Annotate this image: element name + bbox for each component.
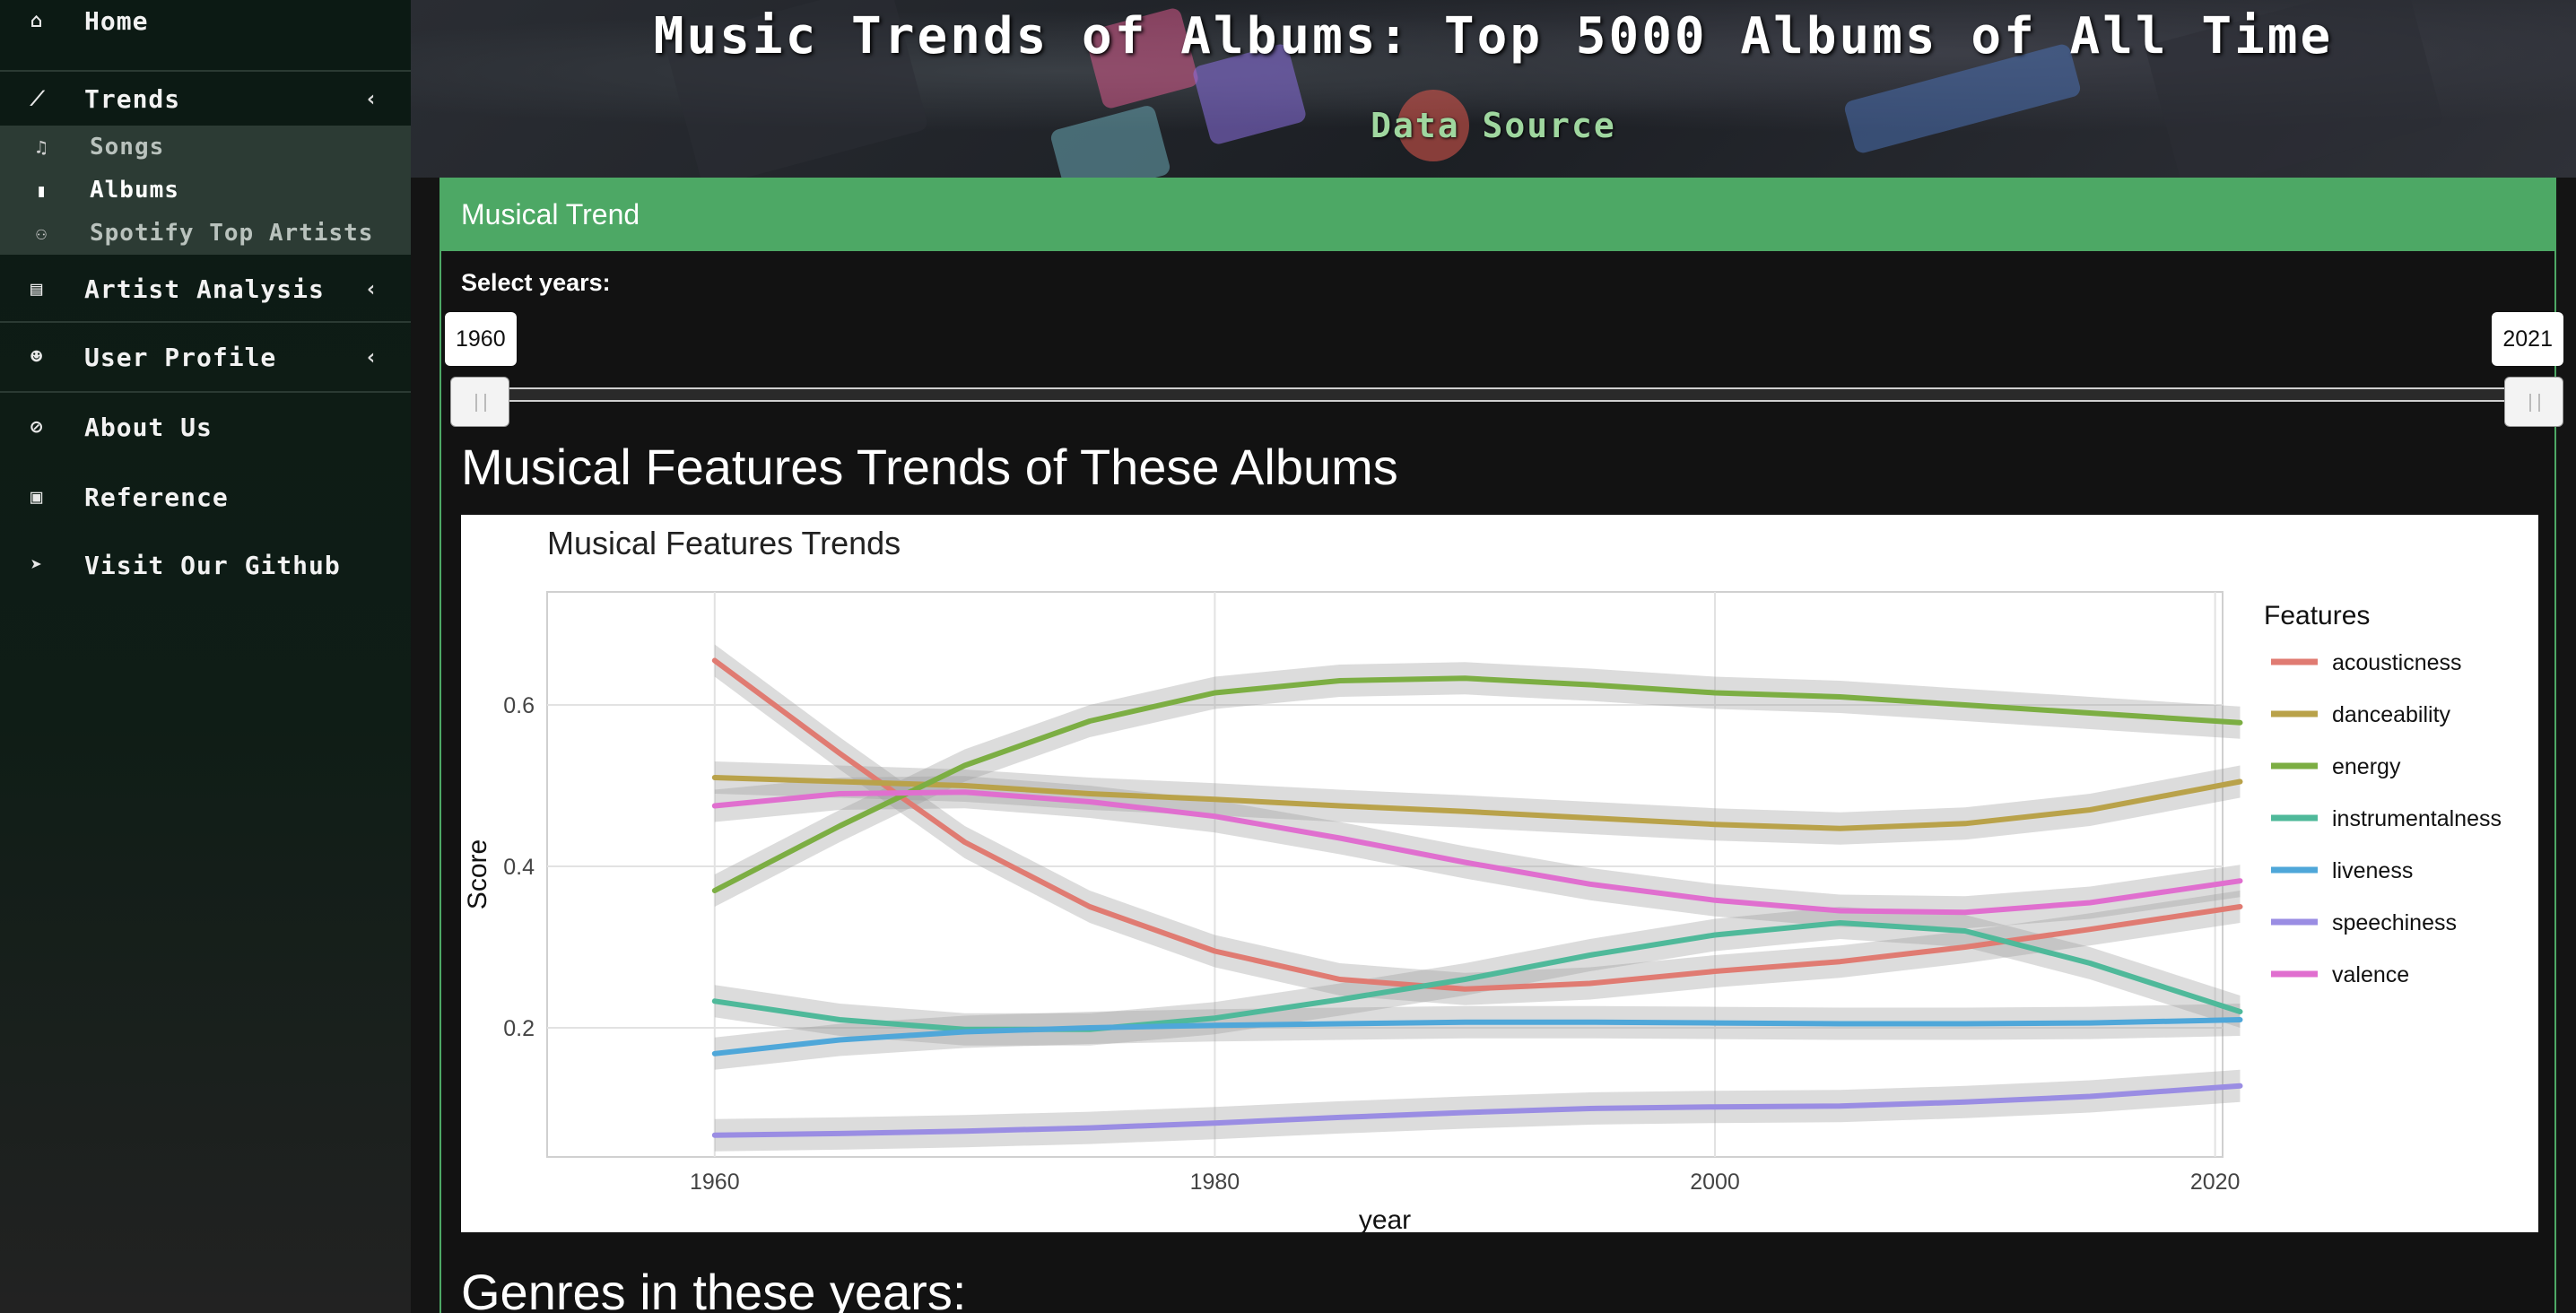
sidebar-subitem-label: Spotify Top Artists — [90, 220, 374, 247]
x-tick-label: 2000 — [1690, 1170, 1740, 1195]
sidebar-divider — [0, 391, 411, 393]
sidebar-item-trends[interactable]: ⟋ Trends ‹ — [0, 72, 411, 126]
y-tick-label: 0.6 — [503, 693, 535, 718]
chevron-left-icon: ‹ — [364, 344, 379, 370]
x-tick-label: 1960 — [690, 1170, 740, 1195]
section-title: Musical Features Trends of These Albums — [461, 439, 1398, 495]
sidebar-subitem-spotify-top-artists[interactable]: ⚇ Spotify Top Artists — [0, 212, 411, 255]
book-icon: ▣ — [30, 485, 44, 509]
sidebar-subitem-label: Albums — [90, 177, 179, 204]
legend-label: instrumentalness — [2332, 806, 2502, 831]
legend-label: danceability — [2332, 702, 2451, 727]
y-tick-label: 0.4 — [503, 855, 535, 880]
legend-label: speechiness — [2332, 910, 2457, 935]
select-years-label: Select years: — [461, 269, 611, 296]
x-tick-label: 1980 — [1190, 1170, 1240, 1195]
legend-label: liveness — [2332, 858, 2413, 883]
users-icon: ⚇ — [36, 222, 48, 244]
musical-trend-box: Musical Trend Select years: 1960 2021 Mu… — [439, 178, 2563, 1313]
user-circle-icon: ☻ — [30, 345, 44, 369]
sidebar-item-about-us[interactable]: ⊘ About Us — [0, 400, 411, 454]
slider-max-handle[interactable] — [2504, 377, 2563, 427]
sidebar-item-label: Artist Analysis — [84, 274, 325, 304]
features-trend-chart: Musical Features Trends 1960 1980 2000 2020 0… — [461, 515, 2538, 1235]
chart-title: Musical Features Trends — [547, 525, 901, 561]
slider-max-value: 2021 — [2492, 312, 2563, 366]
sidebar-subitem-label: Songs — [90, 134, 165, 161]
sidebar-item-label: User Profile — [84, 342, 277, 372]
legend-label: valence — [2332, 962, 2409, 987]
legend-title: Features — [2264, 601, 2370, 630]
year-range-slider[interactable] — [452, 387, 2551, 402]
sidebar-item-label: Trends — [84, 83, 181, 114]
x-axis-label: year — [1359, 1205, 1411, 1232]
y-tick-label: 0.2 — [503, 1016, 535, 1041]
chevron-left-icon: ‹ — [364, 86, 379, 111]
sidebar-item-github[interactable]: ➤ Visit Our Github — [0, 538, 411, 592]
sidebar-submenu: ♫ Songs ▮ Albums ⚇ Spotify Top Artists — [0, 126, 411, 255]
chart-svg: Musical Features Trends 1960 1980 2000 2020 0… — [463, 525, 2502, 1235]
page-header: Music Trends of Albums: Top 5000 Albums … — [411, 0, 2576, 178]
slider-min-value: 1960 — [445, 312, 517, 366]
page-title: Music Trends of Albums: Top 5000 Albums … — [653, 7, 2334, 65]
slider-min-handle[interactable] — [450, 377, 509, 427]
legend-label: acousticness — [2332, 650, 2462, 675]
box-title: Musical Trend — [441, 178, 2554, 251]
sidebar-item-label: About Us — [84, 412, 213, 442]
music-icon: ♫ — [36, 136, 48, 158]
y-axis-label: Score — [463, 839, 492, 909]
genres-section-title: Genres in these years: — [461, 1264, 967, 1313]
send-icon: ➤ — [30, 553, 44, 577]
sidebar-item-home[interactable]: ⌂ Home — [0, 2, 411, 39]
chart-line-icon: ⟋ — [30, 87, 46, 110]
sidebar-item-reference[interactable]: ▣ Reference — [0, 470, 411, 524]
legend-label: energy — [2332, 754, 2401, 779]
sidebar-subitem-albums[interactable]: ▮ Albums — [0, 169, 411, 212]
sidebar-item-label: Home — [84, 5, 149, 36]
x-tick-label: 2020 — [2190, 1170, 2241, 1195]
data-source-link[interactable]: Data Source — [411, 106, 2576, 145]
file-icon: ▮ — [36, 179, 48, 201]
sidebar-item-label: Visit Our Github — [84, 550, 341, 580]
sidebar-item-label: Reference — [84, 482, 229, 512]
sidebar-item-artist-analysis[interactable]: ▤ Artist Analysis ‹ — [0, 262, 411, 316]
home-icon: ⌂ — [30, 9, 44, 32]
sidebar-divider — [0, 321, 411, 323]
sidebar: ⌂ Home ⟋ Trends ‹ ♫ Songs ▮ Albums ⚇ Spo… — [0, 0, 411, 1313]
sidebar-item-user-profile[interactable]: ☻ User Profile ‹ — [0, 330, 411, 384]
id-card-icon: ▤ — [30, 277, 44, 300]
sidebar-subitem-songs[interactable]: ♫ Songs — [0, 126, 411, 169]
chevron-left-icon: ‹ — [364, 276, 379, 301]
paperclip-icon: ⊘ — [30, 415, 44, 439]
